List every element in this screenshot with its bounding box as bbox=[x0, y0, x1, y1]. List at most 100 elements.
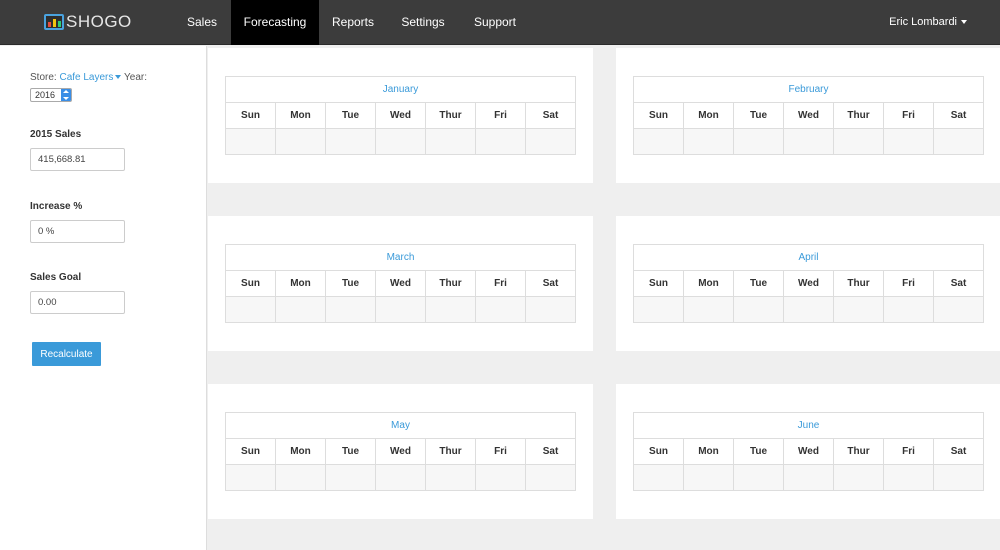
month-title[interactable]: January bbox=[225, 76, 576, 103]
month-card: February Sun Mon Tue Wed Thur Fri Sat bbox=[616, 48, 1000, 183]
day-cell[interactable] bbox=[683, 296, 734, 323]
day-cell[interactable] bbox=[883, 296, 934, 323]
nav-support[interactable]: Support bbox=[464, 0, 526, 45]
day-cell[interactable] bbox=[425, 296, 476, 323]
day-header: Mon bbox=[683, 438, 734, 465]
day-cell[interactable] bbox=[525, 464, 576, 491]
month-title[interactable]: June bbox=[633, 412, 984, 439]
month-card: May Sun Mon Tue Wed Thur Fri Sat bbox=[208, 384, 593, 519]
day-cell[interactable] bbox=[783, 464, 834, 491]
day-cell[interactable] bbox=[733, 464, 784, 491]
month-title[interactable]: March bbox=[225, 244, 576, 271]
sales-goal-input[interactable] bbox=[30, 291, 125, 314]
user-menu[interactable]: Eric Lombardi bbox=[889, 0, 967, 45]
sales-input[interactable] bbox=[30, 148, 125, 171]
day-header: Wed bbox=[375, 438, 426, 465]
day-cell[interactable] bbox=[833, 296, 884, 323]
day-header: Fri bbox=[883, 270, 934, 297]
day-cell[interactable] bbox=[633, 464, 684, 491]
chart-logo-icon bbox=[44, 14, 64, 30]
day-cell[interactable] bbox=[683, 464, 734, 491]
month-calendar: February Sun Mon Tue Wed Thur Fri Sat bbox=[633, 76, 984, 155]
day-cell[interactable] bbox=[275, 128, 326, 155]
day-cell[interactable] bbox=[833, 128, 884, 155]
day-cell[interactable] bbox=[475, 296, 526, 323]
day-cell[interactable] bbox=[833, 464, 884, 491]
day-cell[interactable] bbox=[633, 128, 684, 155]
year-select[interactable]: 2016 bbox=[30, 88, 72, 102]
day-cell[interactable] bbox=[325, 296, 376, 323]
day-cell[interactable] bbox=[375, 464, 426, 491]
day-header: Sun bbox=[225, 270, 276, 297]
day-cell[interactable] bbox=[933, 464, 984, 491]
month-title[interactable]: May bbox=[225, 412, 576, 439]
day-cell[interactable] bbox=[783, 296, 834, 323]
day-header: Mon bbox=[275, 438, 326, 465]
recalculate-button[interactable]: Recalculate bbox=[32, 342, 101, 366]
day-cell[interactable] bbox=[425, 464, 476, 491]
day-cell[interactable] bbox=[425, 128, 476, 155]
nav-settings[interactable]: Settings bbox=[392, 0, 454, 45]
day-header: Fri bbox=[883, 102, 934, 129]
day-cell[interactable] bbox=[225, 464, 276, 491]
day-header: Mon bbox=[275, 270, 326, 297]
nav-forecasting[interactable]: Forecasting bbox=[231, 0, 319, 45]
day-cell[interactable] bbox=[225, 296, 276, 323]
day-header: Sun bbox=[225, 438, 276, 465]
day-cell[interactable] bbox=[475, 128, 526, 155]
day-cell[interactable] bbox=[783, 128, 834, 155]
increase-label: Increase % bbox=[30, 201, 83, 212]
month-calendar: March Sun Mon Tue Wed Thur Fri Sat bbox=[225, 244, 576, 323]
day-cell[interactable] bbox=[325, 464, 376, 491]
day-header: Fri bbox=[475, 270, 526, 297]
day-cell[interactable] bbox=[325, 128, 376, 155]
day-cell[interactable] bbox=[275, 296, 326, 323]
day-cell[interactable] bbox=[633, 296, 684, 323]
month-title[interactable]: April bbox=[633, 244, 984, 271]
nav-sales[interactable]: Sales bbox=[176, 0, 228, 45]
day-header: Sat bbox=[525, 270, 576, 297]
day-header: Tue bbox=[733, 102, 784, 129]
day-header: Wed bbox=[783, 270, 834, 297]
increase-input[interactable] bbox=[30, 220, 125, 243]
day-header: Sat bbox=[933, 438, 984, 465]
day-cell[interactable] bbox=[933, 128, 984, 155]
day-header: Tue bbox=[733, 438, 784, 465]
day-cell[interactable] bbox=[375, 128, 426, 155]
month-calendar: April Sun Mon Tue Wed Thur Fri Sat bbox=[633, 244, 984, 323]
top-navbar: SHOGO Sales Forecasting Reports Settings… bbox=[0, 0, 1000, 45]
day-header: Sat bbox=[525, 102, 576, 129]
sales-label: 2015 Sales bbox=[30, 129, 82, 140]
day-cell[interactable] bbox=[683, 128, 734, 155]
day-cell[interactable] bbox=[733, 296, 784, 323]
day-cell[interactable] bbox=[933, 296, 984, 323]
day-header: Mon bbox=[275, 102, 326, 129]
day-cell[interactable] bbox=[733, 128, 784, 155]
brand-name: SHOGO bbox=[66, 12, 132, 31]
day-header: Thur bbox=[833, 270, 884, 297]
day-header: Fri bbox=[883, 438, 934, 465]
nav-reports[interactable]: Reports bbox=[322, 0, 384, 45]
day-cell[interactable] bbox=[375, 296, 426, 323]
spinner-arrows-icon[interactable] bbox=[61, 89, 71, 101]
store-year-line: Store: Cafe Layers Year: bbox=[30, 72, 147, 83]
day-cell[interactable] bbox=[525, 296, 576, 323]
month-card: March Sun Mon Tue Wed Thur Fri Sat bbox=[208, 216, 593, 351]
day-header: Sat bbox=[525, 438, 576, 465]
day-cell[interactable] bbox=[475, 464, 526, 491]
month-title[interactable]: February bbox=[633, 76, 984, 103]
day-cell[interactable] bbox=[883, 464, 934, 491]
day-header: Mon bbox=[683, 102, 734, 129]
day-cell[interactable] bbox=[225, 128, 276, 155]
day-header: Mon bbox=[683, 270, 734, 297]
store-dropdown[interactable]: Cafe Layers bbox=[59, 72, 122, 83]
day-cell[interactable] bbox=[883, 128, 934, 155]
day-header: Sat bbox=[933, 270, 984, 297]
day-header: Sun bbox=[633, 438, 684, 465]
day-cell[interactable] bbox=[525, 128, 576, 155]
day-header: Tue bbox=[325, 438, 376, 465]
day-header: Sun bbox=[225, 102, 276, 129]
brand-logo[interactable]: SHOGO bbox=[44, 12, 132, 32]
day-cell[interactable] bbox=[275, 464, 326, 491]
day-header: Sat bbox=[933, 102, 984, 129]
